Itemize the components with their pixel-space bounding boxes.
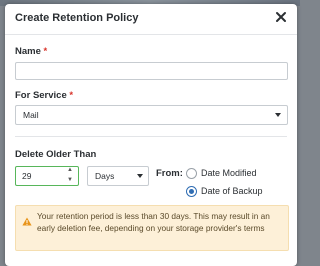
retention-unit-select[interactable]: Days <box>87 166 149 186</box>
service-label: For Service * <box>15 90 73 101</box>
close-icon[interactable] <box>274 10 288 24</box>
create-retention-policy-dialog: Create Retention Policy Name * For Servi… <box>5 4 297 266</box>
delete-older-than-label: Delete Older Than <box>15 149 97 160</box>
increment-icon[interactable]: ▲ <box>65 166 75 175</box>
required-mark: * <box>43 46 48 57</box>
date-of-backup-radio[interactable] <box>186 186 197 197</box>
retention-amount-value: 29 <box>22 171 32 181</box>
name-input[interactable] <box>15 62 288 80</box>
service-selected-value: Mail <box>23 110 39 120</box>
required-mark: * <box>69 90 74 101</box>
service-select[interactable]: Mail <box>15 105 288 125</box>
from-label: From: <box>156 168 183 179</box>
dialog-header: Create Retention Policy <box>5 4 297 35</box>
date-of-backup-label[interactable]: Date of Backup <box>201 186 263 196</box>
service-label-text: For Service <box>15 90 67 101</box>
section-divider <box>15 136 287 137</box>
chevron-down-icon <box>275 113 281 117</box>
chevron-down-icon <box>137 174 143 178</box>
name-label: Name * <box>15 46 47 57</box>
decrement-icon[interactable]: ▼ <box>65 176 75 185</box>
name-label-text: Name <box>15 46 41 57</box>
date-modified-radio[interactable] <box>186 168 197 179</box>
warning-message: Your retention period is less than 30 da… <box>37 211 270 233</box>
date-modified-label[interactable]: Date Modified <box>201 168 257 178</box>
retention-unit-value: Days <box>95 171 115 181</box>
retention-warning-alert: Your retention period is less than 30 da… <box>15 205 289 251</box>
warning-icon <box>22 213 32 231</box>
amount-stepper: ▲ ▼ <box>65 166 77 186</box>
dialog-title: Create Retention Policy <box>15 12 139 24</box>
